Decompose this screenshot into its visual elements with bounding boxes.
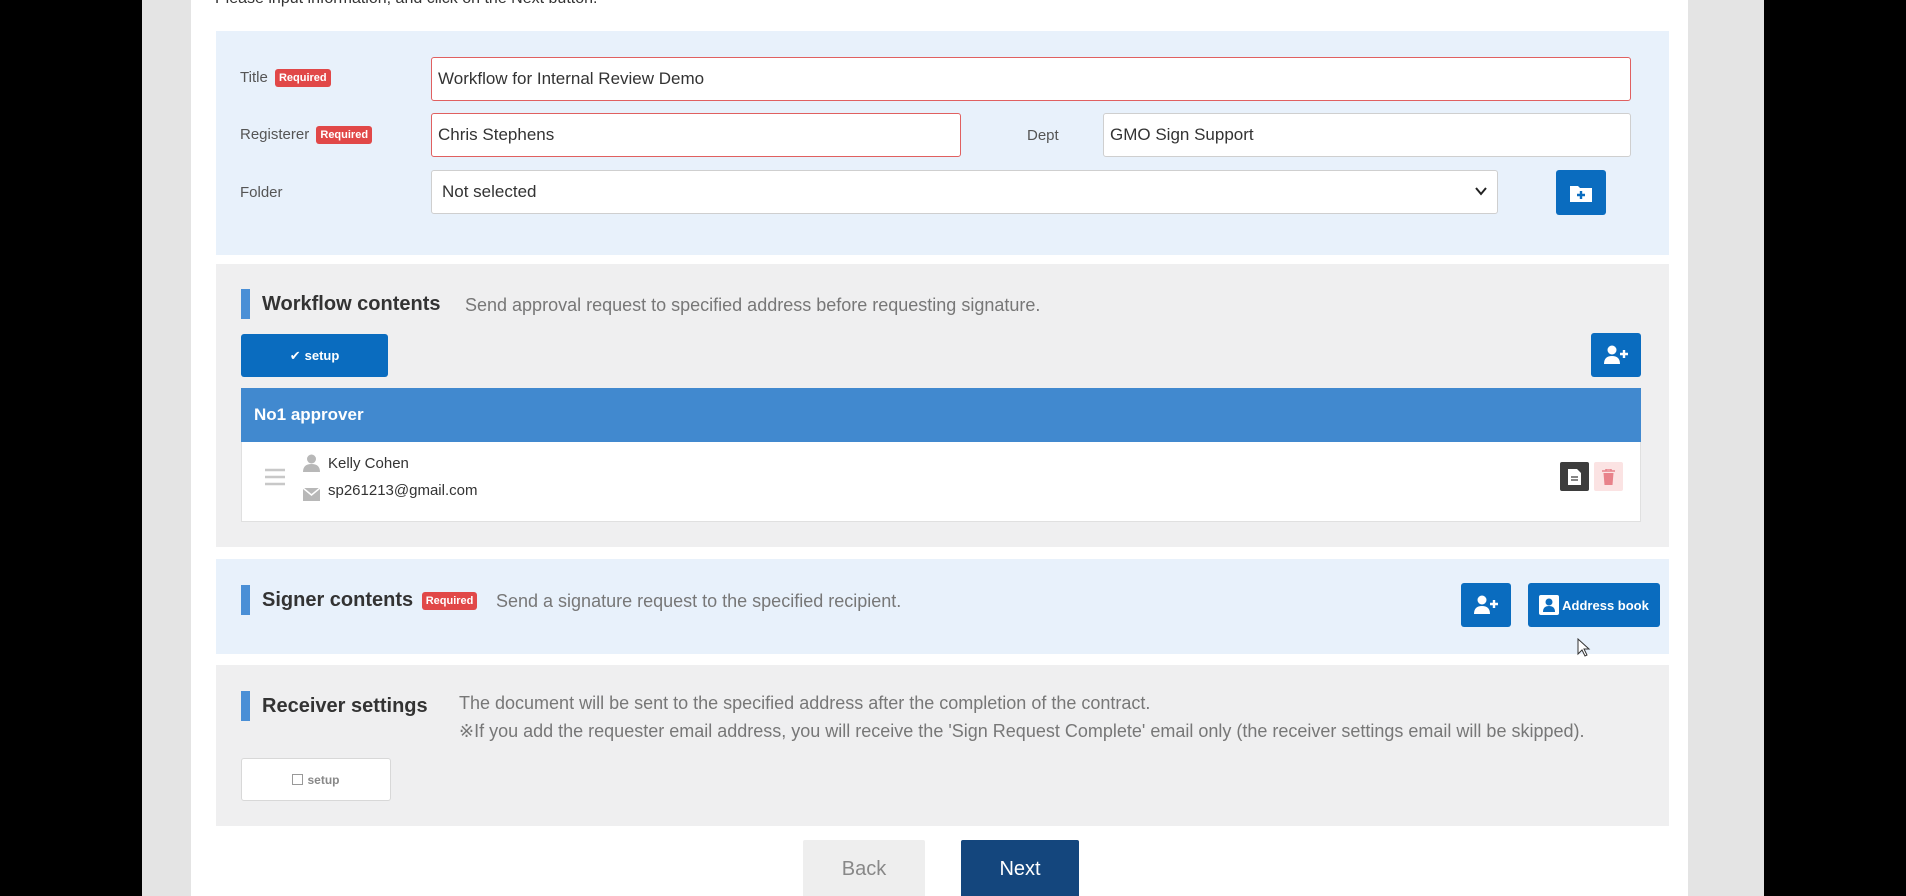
- receiver-description-line-1: The document will be sent to the specifi…: [459, 693, 1151, 713]
- add-folder-button[interactable]: [1556, 170, 1606, 215]
- receiver-settings-panel: Receiver settings The document will be s…: [216, 665, 1669, 826]
- registerer-label: Registerer Required: [240, 126, 373, 145]
- document-info-panel: Title Required Workflow for Internal Rev…: [216, 31, 1669, 255]
- required-badge: Required: [316, 126, 373, 145]
- delete-approver-button[interactable]: [1594, 462, 1623, 491]
- receiver-setup-label: setup: [307, 772, 340, 787]
- approver-email: sp261213@gmail.com: [328, 482, 478, 499]
- folder-selected-value: Not selected: [442, 182, 537, 201]
- folder-plus-icon: [1570, 185, 1592, 202]
- mouse-cursor-icon: [1577, 637, 1591, 663]
- browser-viewport: Please input information, and click on t…: [142, 0, 1764, 896]
- checkbox-icon: [292, 774, 304, 785]
- add-signer-button[interactable]: [1461, 583, 1511, 627]
- workflow-setup-label: setup: [304, 348, 340, 363]
- registerer-input[interactable]: Chris Stephens: [431, 113, 961, 157]
- address-book-icon: [1539, 595, 1560, 615]
- approver-heading: No1 approver: [241, 388, 1641, 442]
- user-plus-icon: [1474, 595, 1498, 614]
- drag-handle-icon[interactable]: [265, 468, 285, 491]
- trash-icon: [1602, 468, 1615, 485]
- workflow-section-description: Send approval request to specified addre…: [465, 295, 1041, 315]
- workflow-contents-panel: Workflow contents Send approval request …: [216, 264, 1669, 547]
- receiver-description-line-2: ※If you add the requester email address,…: [459, 721, 1585, 741]
- signer-section-description: Send a signature request to the specifie…: [496, 591, 902, 611]
- user-icon: [303, 454, 320, 477]
- title-input[interactable]: Workflow for Internal Review Demo: [431, 57, 1631, 101]
- signer-section-title: Signer contents Required: [262, 589, 478, 612]
- approver-name: Kelly Cohen: [328, 455, 409, 472]
- workflow-section-title: Workflow contents: [262, 293, 441, 315]
- section-accent: [241, 691, 250, 721]
- page-content: Please input information, and click on t…: [191, 0, 1688, 896]
- document-button[interactable]: [1560, 462, 1589, 491]
- address-book-label: Address book: [1562, 597, 1649, 613]
- document-icon: [1568, 468, 1581, 485]
- address-book-button[interactable]: Address book: [1528, 583, 1660, 627]
- section-accent: [241, 585, 250, 615]
- approver-row: Kelly Cohen sp261213@gmail.com: [241, 442, 1641, 522]
- add-approver-button[interactable]: [1591, 333, 1641, 377]
- folder-select[interactable]: Not selected: [431, 170, 1498, 214]
- next-button[interactable]: Next: [961, 840, 1079, 896]
- intro-text: Please input information, and click on t…: [215, 0, 597, 8]
- required-badge: Required: [421, 591, 478, 610]
- required-badge: Required: [274, 69, 331, 88]
- folder-label: Folder: [240, 184, 283, 201]
- title-label: Title Required: [240, 69, 331, 88]
- chevron-down-icon: [1475, 171, 1487, 229]
- check-icon: ✔: [289, 347, 301, 363]
- workflow-setup-button[interactable]: ✔ setup: [241, 334, 388, 377]
- back-button[interactable]: Back: [803, 840, 925, 896]
- user-plus-icon: [1604, 345, 1628, 364]
- signer-contents-panel: Signer contents Required Send a signatur…: [216, 559, 1669, 654]
- receiver-setup-button[interactable]: setup: [241, 758, 391, 801]
- section-accent: [241, 289, 250, 319]
- dept-input[interactable]: GMO Sign Support: [1103, 113, 1631, 157]
- receiver-section-title: Receiver settings: [262, 695, 428, 717]
- mail-icon: [302, 486, 321, 506]
- dept-label: Dept: [1027, 127, 1059, 144]
